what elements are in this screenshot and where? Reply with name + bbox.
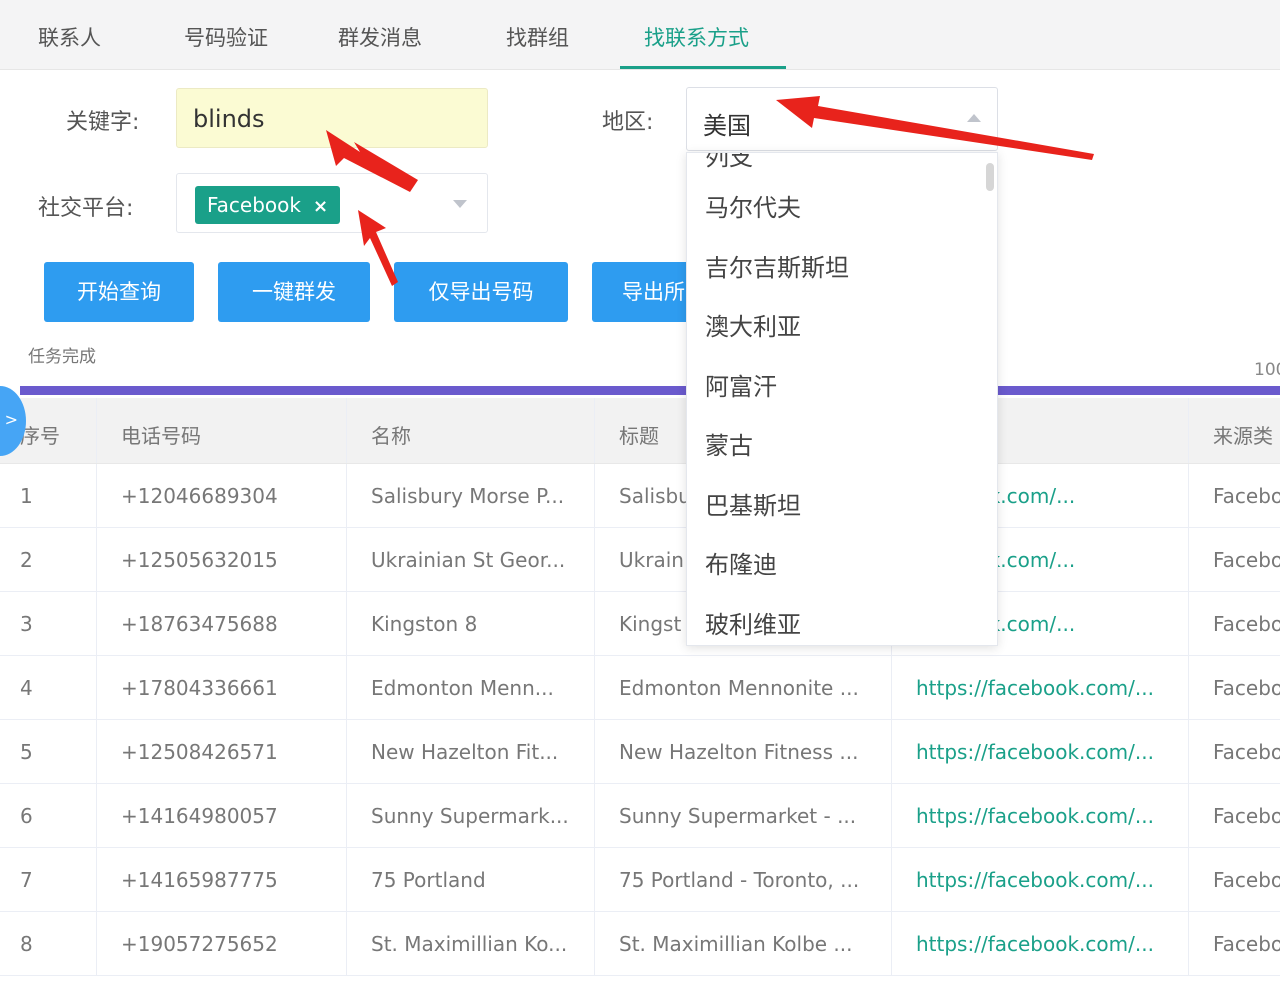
social-platform-label: 社交平台: xyxy=(38,196,134,221)
table-row[interactable]: 4 +17804336661 Edmonton Menn... Edmonton Me… xyxy=(0,656,1280,720)
dropdown-item[interactable]: 蒙古 xyxy=(687,417,987,477)
cell-index: 2 xyxy=(20,548,33,572)
cell-index: 3 xyxy=(20,612,33,636)
cell-source: Facebo xyxy=(1188,912,1280,975)
cell-title: St. Maximillian Kolbe ... xyxy=(594,912,891,975)
tab-find-groups[interactable]: 找群组 xyxy=(506,22,569,52)
cell-source: Facebo xyxy=(1188,592,1280,655)
chevron-up-icon xyxy=(967,114,981,122)
cell-index: 1 xyxy=(20,484,33,508)
active-tab-indicator xyxy=(620,66,786,69)
cell-name: Edmonton Menn... xyxy=(346,656,594,719)
cell-index: 5 xyxy=(20,740,33,764)
close-icon[interactable]: × xyxy=(313,196,328,217)
keyword-label: 关键字: xyxy=(66,110,140,135)
cell-source: Facebo xyxy=(1188,656,1280,719)
cell-phone: +14165987775 xyxy=(96,848,346,911)
tab-mass-message[interactable]: 群发消息 xyxy=(338,22,422,52)
progress-bar xyxy=(20,386,1280,395)
table-row[interactable]: 6 +14164980057 Sunny Supermark... Sunny Sup… xyxy=(0,784,1280,848)
export-numbers-only-button[interactable]: 仅导出号码 xyxy=(394,262,568,322)
cell-title: Sunny Supermarket - ... xyxy=(594,784,891,847)
cell-link[interactable]: https://facebook.com/... xyxy=(891,912,1188,975)
table-row[interactable]: 2+12505632015Ukrainian St Geor...Ukraina… xyxy=(0,528,1280,592)
task-status-label: 任务完成 xyxy=(28,347,96,367)
cell-index: 6 xyxy=(20,804,33,828)
cell-name: Kingston 8 xyxy=(346,592,594,655)
cell-name: 75 Portland xyxy=(346,848,594,911)
cell-source: Facebo xyxy=(1188,464,1280,527)
cell-phone: +12508426571 xyxy=(96,720,346,783)
tab-bar: 联系人 号码验证 群发消息 找群组 找联系方式 xyxy=(0,0,1280,70)
cell-phone: +14164980057 xyxy=(96,784,346,847)
progress-value: 100 xyxy=(1254,360,1280,380)
table-row[interactable]: 1 +12046689304 Salisbury Morse P... Salisbu… xyxy=(0,464,1280,528)
cell-source: Facebo xyxy=(1188,720,1280,783)
cell-index: 4 xyxy=(20,676,33,700)
social-platform-tag: Facebook × xyxy=(195,186,341,224)
chevron-down-icon xyxy=(453,200,467,208)
region-dropdown: 列支 马尔代夫 吉尔吉斯斯坦 澳大利亚 阿富汗 蒙古 巴基斯坦 布隆迪 玻利维亚 xyxy=(686,152,998,646)
table-row[interactable]: 5 +12508426571 New Hazelton Fit... New Haze… xyxy=(0,720,1280,784)
cell-title: 75 Portland - Toronto, ... xyxy=(594,848,891,911)
header-source[interactable]: 来源类 xyxy=(1188,398,1280,463)
cell-source: Facebo xyxy=(1188,784,1280,847)
dropdown-scrollbar[interactable] xyxy=(986,163,994,191)
chevron-right-icon: > xyxy=(4,410,18,429)
header-name[interactable]: 名称 xyxy=(346,398,594,463)
cell-phone: +19057275652 xyxy=(96,912,346,975)
dropdown-item[interactable]: 布隆迪 xyxy=(687,536,987,596)
cell-phone: +12505632015 xyxy=(96,528,346,591)
table-row[interactable]: 7 +14165987775 75 Portland 75 Portland - To… xyxy=(0,848,1280,912)
table-row[interactable]: 3+18763475688Kingston 8Kingstacebook.com… xyxy=(0,592,1280,656)
export-button[interactable]: 导出所 xyxy=(592,262,692,322)
cell-name: Ukrainian St Geor... xyxy=(346,528,594,591)
social-tag-label: Facebook xyxy=(207,193,301,217)
cell-phone: +18763475688 xyxy=(96,592,346,655)
region-select[interactable]: 美国 xyxy=(686,87,998,151)
cell-phone: +17804336661 xyxy=(96,656,346,719)
dropdown-item[interactable]: 阿富汗 xyxy=(687,358,987,418)
dropdown-item[interactable]: 澳大利亚 xyxy=(687,298,987,358)
start-query-button[interactable]: 开始查询 xyxy=(44,262,194,322)
cell-link[interactable]: https://facebook.com/... xyxy=(891,848,1188,911)
dropdown-item[interactable]: 巴基斯坦 xyxy=(687,477,987,537)
cell-link[interactable]: https://facebook.com/... xyxy=(891,784,1188,847)
cell-name: Salisbury Morse P... xyxy=(346,464,594,527)
cell-name: St. Maximillian Ko... xyxy=(346,912,594,975)
region-options-list: 马尔代夫 吉尔吉斯斯坦 澳大利亚 阿富汗 蒙古 巴基斯坦 布隆迪 玻利维亚 xyxy=(687,179,987,646)
keyword-input[interactable]: blinds xyxy=(176,88,488,148)
tab-find-contact-info[interactable]: 找联系方式 xyxy=(644,22,749,52)
cell-name: New Hazelton Fit... xyxy=(346,720,594,783)
cell-link[interactable]: https://facebook.com/... xyxy=(891,656,1188,719)
cell-index: 8 xyxy=(20,932,33,956)
cell-name: Sunny Supermark... xyxy=(346,784,594,847)
progress-bar-fill xyxy=(20,386,1280,395)
dropdown-item[interactable]: 玻利维亚 xyxy=(687,596,987,646)
table-header: 序号 电话号码 名称 标题 来源类 xyxy=(0,398,1280,464)
region-label: 地区: xyxy=(602,110,654,135)
header-phone[interactable]: 电话号码 xyxy=(96,398,346,463)
tab-contacts[interactable]: 联系人 xyxy=(38,22,101,52)
tab-number-verify[interactable]: 号码验证 xyxy=(184,22,268,52)
cell-title: New Hazelton Fitness ... xyxy=(594,720,891,783)
cell-source: Facebo xyxy=(1188,528,1280,591)
cell-phone: +12046689304 xyxy=(96,464,346,527)
dropdown-item[interactable]: 吉尔吉斯斯坦 xyxy=(687,239,987,299)
cell-source: Facebo xyxy=(1188,848,1280,911)
social-platform-select[interactable]: Facebook × xyxy=(176,173,488,233)
region-selected-value: 美国 xyxy=(703,112,751,140)
table-row[interactable]: 8 +19057275652 St. Maximillian Ko... St. Ma… xyxy=(0,912,1280,976)
cell-title: Edmonton Mennonite ... xyxy=(594,656,891,719)
dropdown-item[interactable]: 马尔代夫 xyxy=(687,179,987,239)
dropdown-item-partial[interactable]: 列支 xyxy=(705,153,753,172)
cell-link[interactable]: https://facebook.com/... xyxy=(891,720,1188,783)
mass-send-button[interactable]: 一键群发 xyxy=(218,262,370,322)
cell-index: 7 xyxy=(20,868,33,892)
